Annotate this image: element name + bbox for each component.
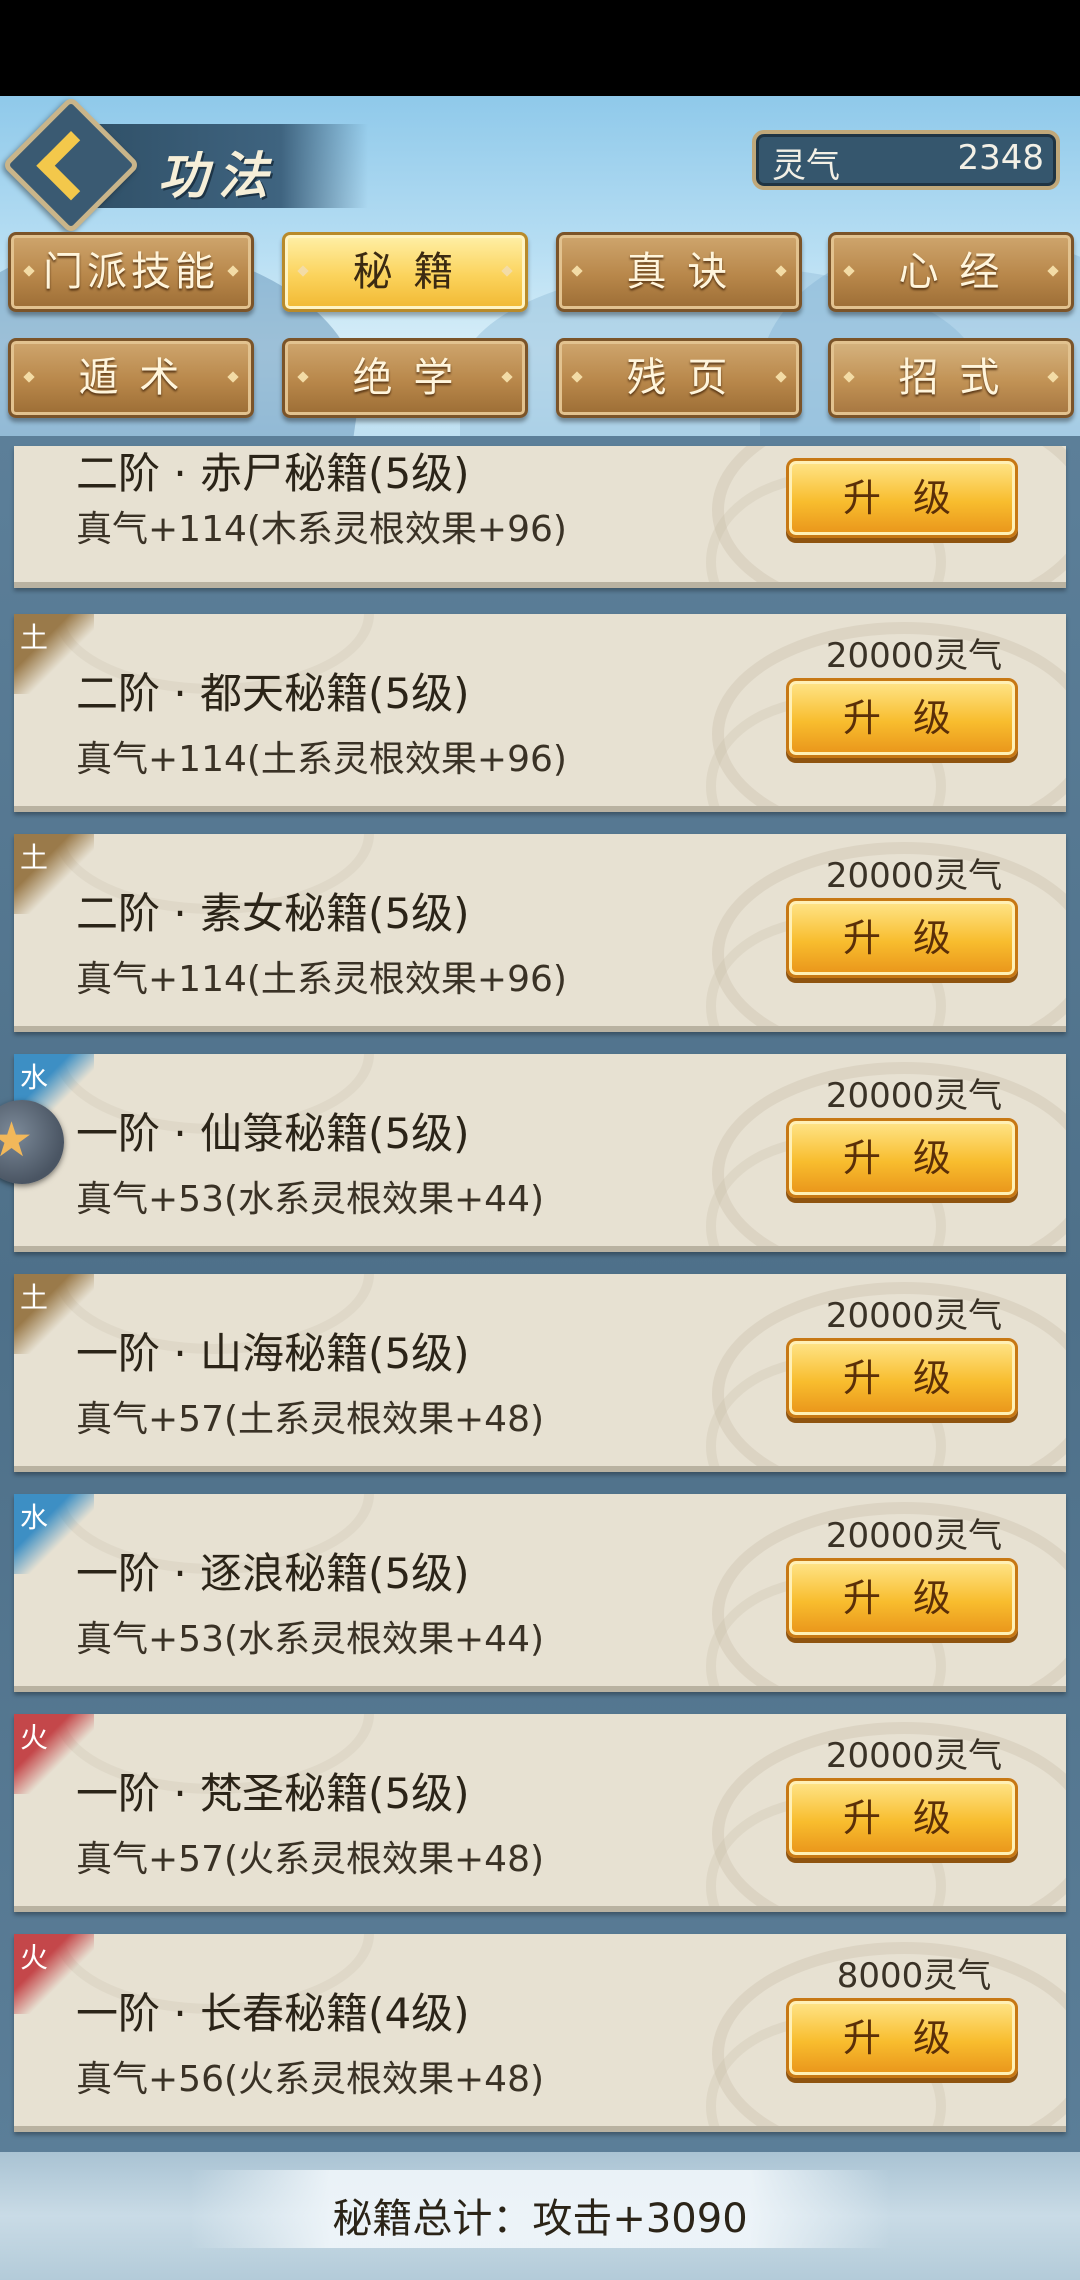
tab-escape-arts[interactable]: 遁 术 bbox=[8, 338, 254, 418]
item-title: 一阶 · 梵圣秘籍(5级) bbox=[76, 1769, 470, 1818]
item-title: 一阶 · 长春秘籍(4级) bbox=[76, 1989, 470, 2038]
upgrade-button[interactable]: 升 级 bbox=[786, 1998, 1018, 2078]
item-title: 二阶 · 都天秘籍(5级) bbox=[76, 669, 470, 718]
list-item: 火 一阶 · 长春秘籍(4级) 真气+56(火系灵根效果+48) 8000灵气 … bbox=[14, 1934, 1066, 2132]
upgrade-button[interactable]: 升 级 bbox=[786, 1338, 1018, 1418]
list-item: 水 一阶 · 逐浪秘籍(5级) 真气+53(水系灵根效果+44) 20000灵气… bbox=[14, 1494, 1066, 1692]
item-title: 一阶 · 仙箓秘籍(5级) bbox=[76, 1109, 470, 1158]
upgrade-button[interactable]: 升 级 bbox=[786, 1778, 1018, 1858]
back-arrow-icon bbox=[36, 131, 106, 201]
upgrade-cost: 20000灵气 bbox=[825, 1736, 1003, 1776]
tab-heart-sutra[interactable]: 心 经 bbox=[828, 232, 1074, 312]
list-item: 二阶 · 赤尸秘籍(5级) 真气+114(木系灵根效果+96) 升 级 bbox=[14, 446, 1066, 588]
tab-secret-books[interactable]: 秘 籍 bbox=[282, 232, 528, 312]
item-title: 一阶 · 山海秘籍(5级) bbox=[76, 1329, 470, 1378]
currency-display: 灵气 2348 bbox=[752, 130, 1060, 190]
item-description: 真气+57(土系灵根效果+48) bbox=[76, 1399, 545, 1440]
item-title: 二阶 · 素女秘籍(5级) bbox=[76, 889, 470, 938]
item-description: 真气+114(土系灵根效果+96) bbox=[76, 739, 567, 780]
tab-true-formula[interactable]: 真 诀 bbox=[556, 232, 802, 312]
item-description: 真气+114(木系灵根效果+96) bbox=[76, 509, 567, 550]
title-bar: 功法 bbox=[1, 95, 368, 235]
upgrade-button[interactable]: 升 级 bbox=[786, 898, 1018, 978]
item-description: 真气+56(火系灵根效果+48) bbox=[76, 2059, 545, 2100]
list-item: 土 二阶 · 素女秘籍(5级) 真气+114(土系灵根效果+96) 20000灵… bbox=[14, 834, 1066, 1032]
upgrade-cost: 8000灵气 bbox=[836, 1956, 992, 1996]
upgrade-cost: 20000灵气 bbox=[825, 1516, 1003, 1556]
star-icon: ★ bbox=[0, 1112, 34, 1168]
item-description: 真气+57(火系灵根效果+48) bbox=[76, 1839, 545, 1880]
upgrade-button[interactable]: 升 级 bbox=[786, 678, 1018, 758]
item-description: 真气+53(水系灵根效果+44) bbox=[76, 1179, 545, 1220]
list-item: 土 二阶 · 都天秘籍(5级) 真气+114(土系灵根效果+96) 20000灵… bbox=[14, 614, 1066, 812]
upgrade-cost: 20000灵气 bbox=[825, 636, 1003, 676]
list-item: 水 一阶 · 仙箓秘籍(5级) 真气+53(水系灵根效果+44) 20000灵气… bbox=[14, 1054, 1066, 1252]
secret-books-total: 秘籍总计：攻击+3090 bbox=[332, 2196, 748, 2242]
item-description: 真气+53(水系灵根效果+44) bbox=[76, 1619, 545, 1660]
currency-value: 2348 bbox=[957, 138, 1044, 178]
back-button[interactable] bbox=[1, 95, 141, 235]
tab-ultimate-arts[interactable]: 绝 学 bbox=[282, 338, 528, 418]
item-title: 二阶 · 赤尸秘籍(5级) bbox=[76, 449, 470, 498]
upgrade-button[interactable]: 升 级 bbox=[786, 458, 1018, 538]
upgrade-cost: 20000灵气 bbox=[825, 1296, 1003, 1336]
upgrade-button[interactable]: 升 级 bbox=[786, 1558, 1018, 1638]
currency-label: 灵气 bbox=[772, 146, 840, 186]
status-bar bbox=[0, 0, 1080, 96]
tab-fragments[interactable]: 残 页 bbox=[556, 338, 802, 418]
list-item: 火 一阶 · 梵圣秘籍(5级) 真气+57(火系灵根效果+48) 20000灵气… bbox=[14, 1714, 1066, 1912]
page-title: 功法 bbox=[158, 146, 278, 205]
item-title: 一阶 · 逐浪秘籍(5级) bbox=[76, 1549, 470, 1598]
upgrade-cost: 20000灵气 bbox=[825, 856, 1003, 896]
tab-sect-skills[interactable]: 门派技能 bbox=[8, 232, 254, 312]
upgrade-button[interactable]: 升 级 bbox=[786, 1118, 1018, 1198]
tab-moves[interactable]: 招 式 bbox=[828, 338, 1074, 418]
upgrade-cost: 20000灵气 bbox=[825, 1076, 1003, 1116]
item-description: 真气+114(土系灵根效果+96) bbox=[76, 959, 567, 1000]
list-item: 土 一阶 · 山海秘籍(5级) 真气+57(土系灵根效果+48) 20000灵气… bbox=[14, 1274, 1066, 1472]
footer-bar: 秘籍总计：攻击+3090 bbox=[0, 2152, 1080, 2280]
